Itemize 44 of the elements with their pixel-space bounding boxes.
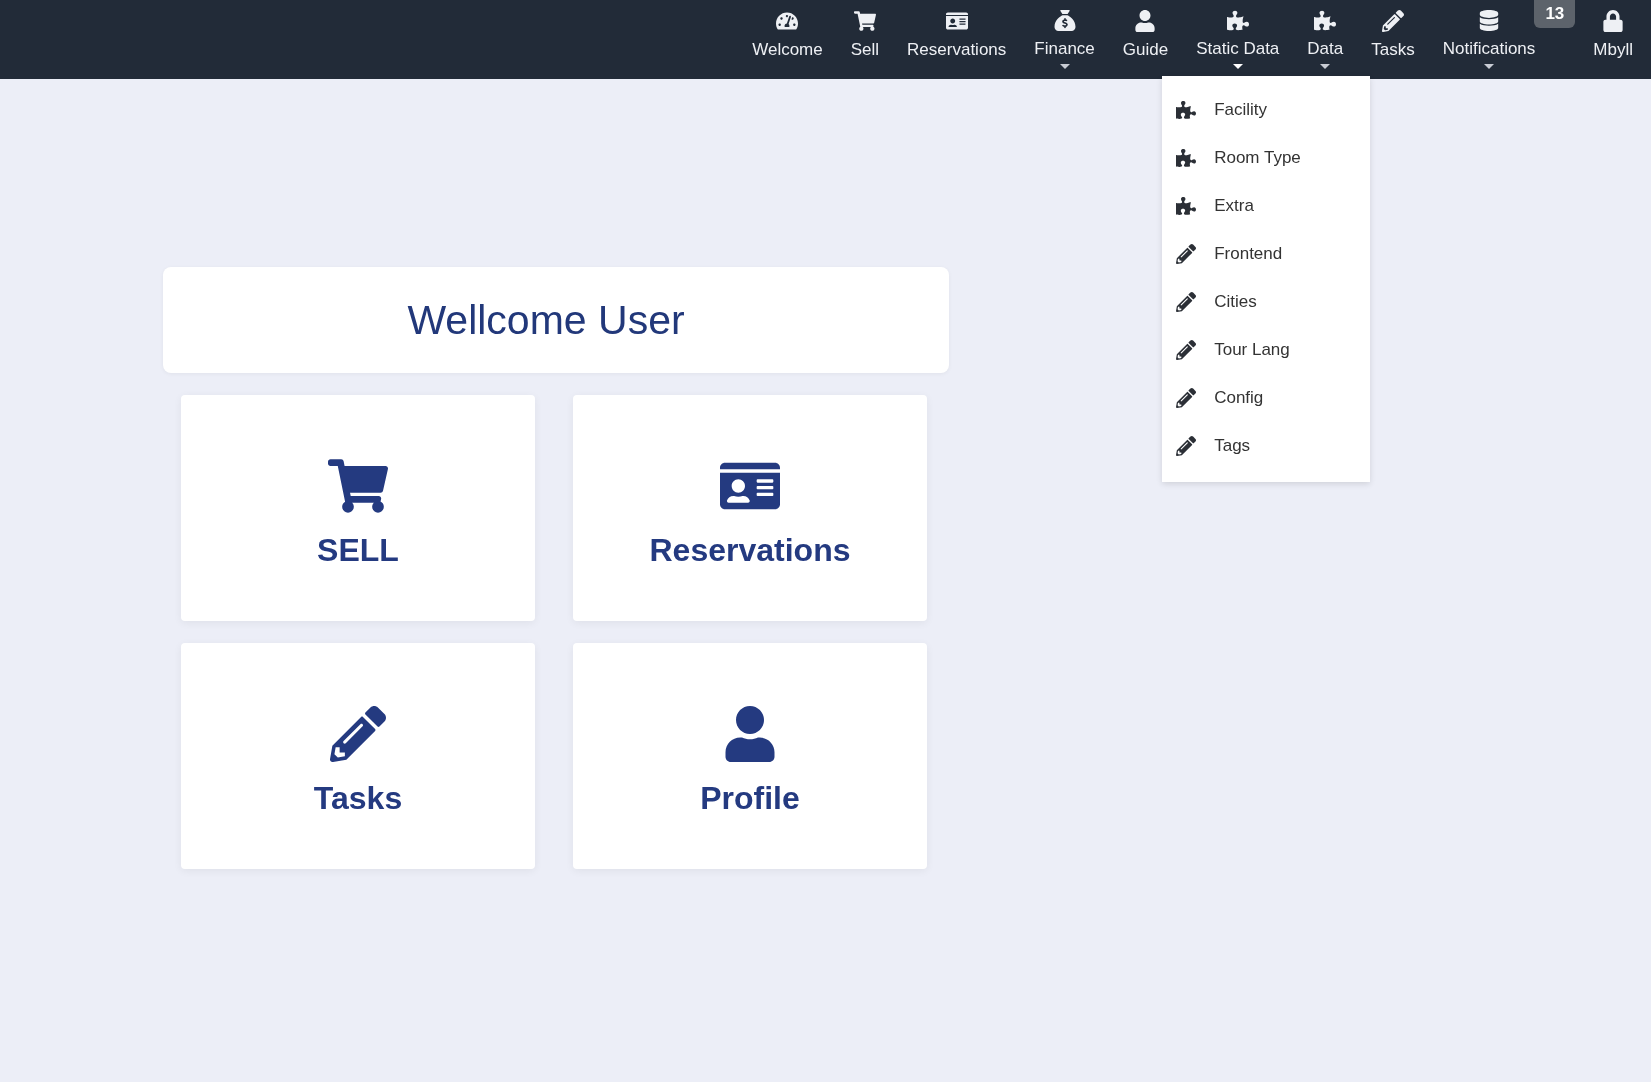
pencil-icon [1176, 388, 1197, 408]
puzzle-icon [1226, 10, 1249, 31]
gauge-icon [776, 10, 799, 32]
nav-link[interactable]: Data [1307, 0, 1344, 69]
card-icon [945, 10, 968, 32]
cart-icon [328, 457, 388, 514]
pencil-icon [1176, 244, 1197, 264]
menu-item[interactable]: Tags [1162, 422, 1371, 470]
nav-link[interactable]: Mbyll [1593, 0, 1633, 69]
pencil-icon [328, 705, 388, 762]
cart-icon [853, 10, 876, 32]
nav-link[interactable]: Sell [850, 0, 880, 69]
puzzle-icon [1314, 10, 1337, 31]
dashboard-tile[interactable]: Tasks [181, 643, 535, 869]
puzzle-icon [1176, 100, 1197, 120]
pencil-icon [1382, 10, 1404, 32]
pencil-icon [1176, 340, 1197, 360]
menu-item[interactable]: Extra [1162, 182, 1371, 230]
user-icon [1134, 10, 1157, 32]
menu-item[interactable]: Cities [1162, 278, 1371, 326]
menu-item[interactable]: Room Type [1162, 134, 1371, 182]
menu-item[interactable]: Facility [1162, 86, 1371, 134]
nav-link[interactable]: Welcome [752, 0, 823, 69]
money-bag-icon [1053, 10, 1076, 31]
nav-link[interactable]: Tasks [1371, 0, 1415, 69]
database-icon [1478, 10, 1500, 31]
puzzle-icon [1176, 148, 1197, 168]
dashboard-tile[interactable]: Reservations [573, 395, 927, 621]
lock-icon [1602, 10, 1625, 32]
welcome-heading: Wellcome User [163, 267, 949, 373]
menu-item[interactable]: Frontend [1162, 230, 1371, 278]
nav-link[interactable]: Finance [1034, 0, 1095, 69]
notification-badge: 13 [1534, 0, 1576, 28]
nav-link[interactable]: Static Data [1196, 0, 1280, 69]
menu-item[interactable]: Tour Lang [1162, 326, 1371, 374]
nav-link[interactable]: Reservations [907, 0, 1007, 69]
dashboard-tile[interactable]: Profile [573, 643, 927, 869]
pencil-icon [1176, 292, 1197, 312]
menu-item[interactable]: Config [1162, 374, 1371, 422]
pencil-icon [1176, 436, 1197, 456]
nav-link[interactable]: Guide [1122, 0, 1169, 69]
puzzle-icon [1176, 196, 1197, 216]
dashboard-tile[interactable]: SELL [181, 395, 535, 621]
nav-link[interactable]: Notifications [1442, 0, 1536, 69]
